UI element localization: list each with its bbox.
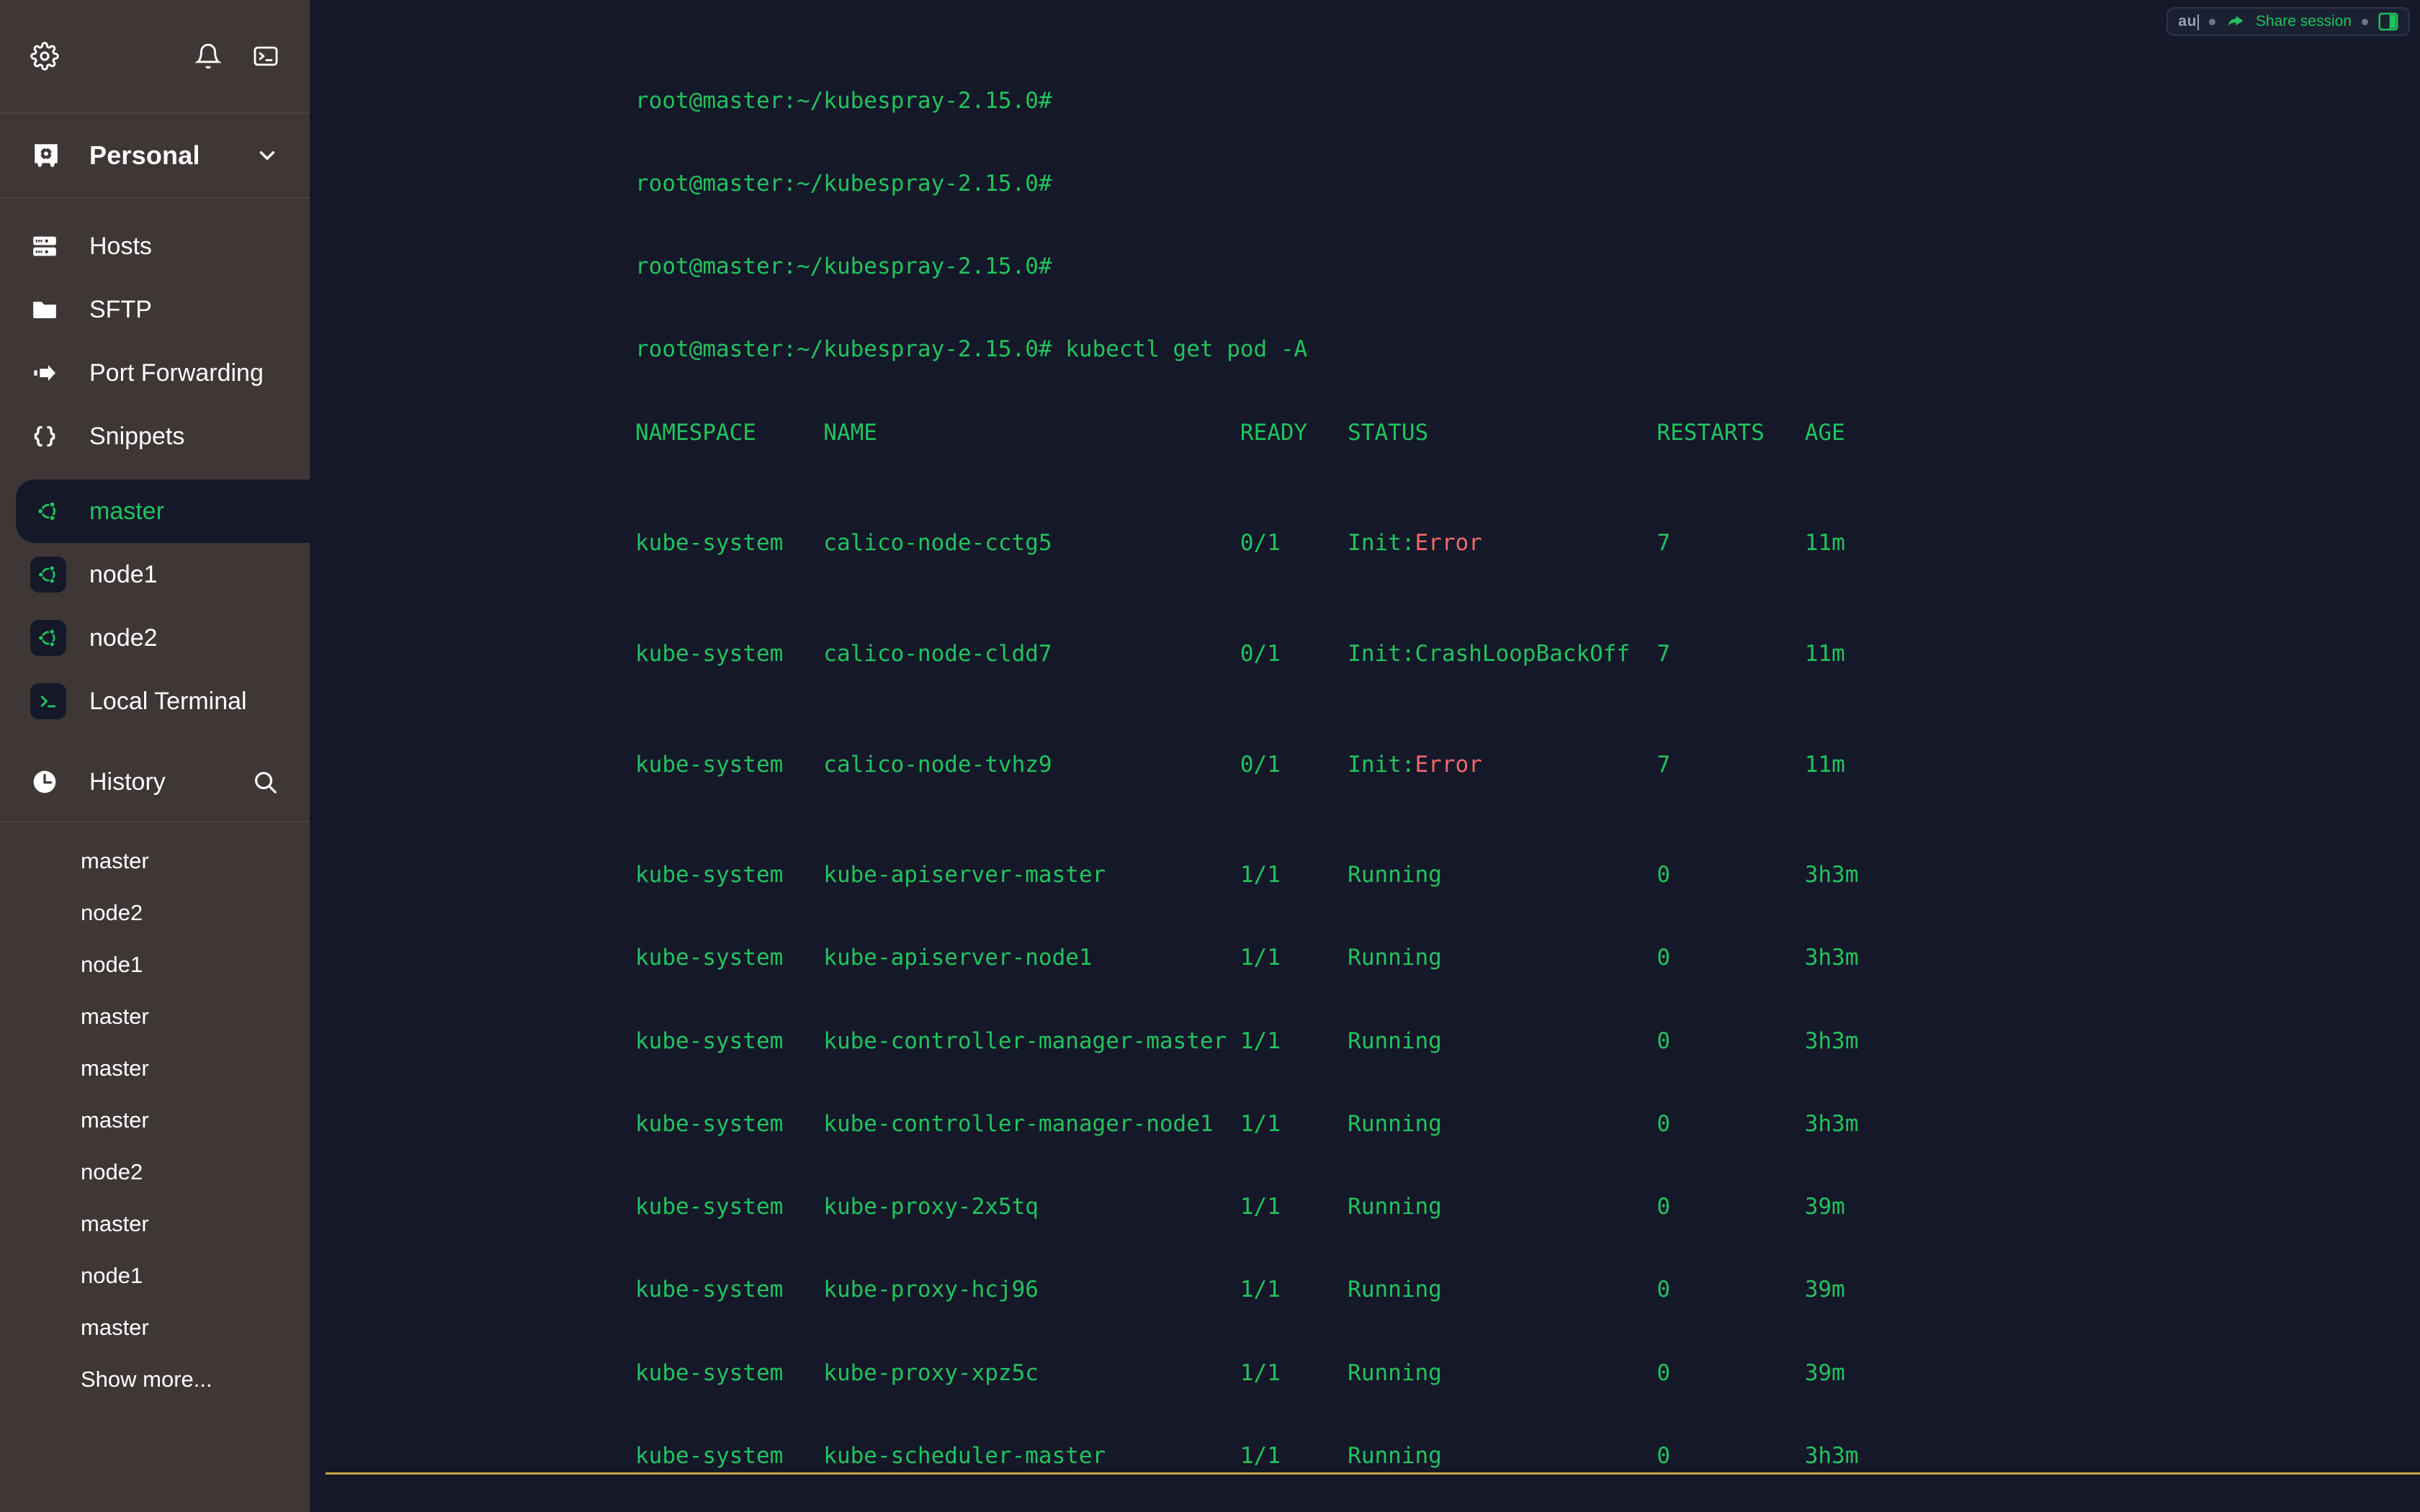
terminal-line: kube-system kube-scheduler-master 1/1 Ru… [635, 1442, 1859, 1469]
line-part: 7 11m [1482, 751, 1845, 778]
session-label: node1 [89, 560, 158, 588]
text-caret [2197, 14, 2199, 31]
terminal-line: kube-system kube-proxy-2x5tq 1/1 Running… [635, 1194, 1845, 1220]
server-rack-icon [30, 232, 62, 261]
terminal-line: root@master:~/kubespray-2.15.0# [635, 253, 1052, 280]
terminal-line: kube-system kube-controller-manager-node… [635, 1110, 1859, 1137]
folder-icon [30, 295, 62, 324]
vault-icon [30, 140, 62, 171]
sidebar-item-snippets[interactable]: Snippets [0, 405, 310, 468]
history-item[interactable]: master [0, 1198, 310, 1250]
line-part: kube-system calico-node-cctg5 0/1 Init: [635, 530, 1415, 557]
terminal-output: root@master:~/kubespray-2.15.0# root@mas… [310, 0, 2420, 1512]
terminal-line: kube-system kube-proxy-xpz5c 1/1 Running… [635, 1359, 1845, 1386]
ubuntu-icon [30, 557, 66, 593]
history-item[interactable]: master [0, 835, 310, 887]
terminal-line: kube-system kube-apiserver-node1 1/1 Run… [635, 945, 1859, 971]
gear-icon[interactable] [30, 42, 59, 71]
chevron-down-icon[interactable] [255, 143, 279, 168]
terminal-line: kube-system calico-node-cldd7 0/1 Init:C… [635, 640, 1845, 667]
sidebar-item-label: SFTP [89, 295, 152, 323]
sidebar-session-node1[interactable]: node1 [0, 543, 310, 606]
terminal-line: root@master:~/kubespray-2.15.0# [635, 87, 1052, 114]
prompt-icon [30, 683, 66, 719]
session-toolbar: au Share session [2166, 7, 2410, 36]
ubuntu-icon [30, 493, 66, 529]
sidebar-item-hosts[interactable]: Hosts [0, 215, 310, 278]
session-list: master node1 node2 Local Terminal [0, 480, 310, 733]
sidebar-topbar [0, 0, 310, 114]
sidebar-item-label: Snippets [89, 422, 185, 450]
session-label: node2 [89, 624, 158, 652]
history-header: History [0, 743, 310, 822]
session-search-input[interactable]: au [2178, 13, 2199, 31]
terminal-pane[interactable]: au Share session root@master:~/kubespray… [310, 0, 2420, 1512]
separator-dot [2362, 18, 2368, 25]
terminal-table-header: NAMESPACE NAME READY STATUS RESTARTS AGE [635, 419, 1845, 446]
history-show-more[interactable]: Show more... [0, 1354, 310, 1405]
history-item[interactable]: node1 [0, 939, 310, 991]
ubuntu-icon [30, 620, 66, 656]
split-pane-icon[interactable] [2378, 12, 2398, 31]
sidebar-item-label: Hosts [89, 232, 152, 260]
terminal-line: kube-system kube-proxy-hcj96 1/1 Running… [635, 1277, 1845, 1303]
clock-icon [30, 768, 62, 796]
history-label: History [89, 768, 166, 796]
terminal-window-icon[interactable] [252, 42, 279, 70]
workspace-name: Personal [89, 140, 200, 170]
sidebar-item-label: Port Forwarding [89, 359, 264, 387]
terminal-line: kube-system kube-apiserver-master 1/1 Ru… [635, 862, 1859, 888]
sidebar-nav: Hosts SFTP Port Forwarding Snippets mast… [0, 199, 310, 733]
history-item[interactable]: master [0, 1302, 310, 1354]
search-icon[interactable] [251, 768, 279, 796]
sidebar-session-node2[interactable]: node2 [0, 606, 310, 670]
history-item[interactable]: node2 [0, 887, 310, 939]
bell-icon[interactable] [194, 42, 222, 70]
history-item[interactable]: master [0, 991, 310, 1043]
history-item[interactable]: master [0, 1094, 310, 1146]
share-session-label[interactable]: Share session [2256, 13, 2352, 30]
history-item[interactable]: master [0, 1043, 310, 1094]
sidebar: Personal Hosts SFTP Port Forwarding Snip… [0, 0, 310, 1512]
status-error: Error [1415, 530, 1482, 557]
sidebar-session-local-terminal[interactable]: Local Terminal [0, 670, 310, 733]
terminal-line: kube-system calico-node-cctg5 0/1 Init:E… [635, 529, 2420, 557]
share-arrow-icon[interactable] [2226, 12, 2246, 32]
app-window: Personal Hosts SFTP Port Forwarding Snip… [0, 0, 2420, 1512]
terminal-line: root@master:~/kubespray-2.15.0# [635, 171, 1052, 197]
terminal-line: root@master:~/kubespray-2.15.0# kubectl … [635, 336, 1308, 363]
history-item[interactable]: node1 [0, 1250, 310, 1302]
session-label: master [89, 497, 164, 525]
status-error: Error [1415, 751, 1482, 778]
line-part: kube-system calico-node-tvhz9 0/1 Init: [635, 751, 1415, 778]
line-part: 7 11m [1482, 530, 1845, 557]
workspace-selector[interactable]: Personal [0, 114, 310, 199]
arrow-forward-icon [30, 359, 62, 387]
terminal-line: kube-system kube-controller-manager-mast… [635, 1027, 1859, 1054]
curly-braces-icon [30, 422, 62, 451]
separator-dot [2208, 18, 2215, 25]
history-item[interactable]: node2 [0, 1146, 310, 1198]
terminal-line: kube-system calico-node-tvhz9 0/1 Init:E… [635, 751, 2420, 778]
history-list: master node2 node1 master master master … [0, 822, 310, 1405]
terminal-bottom-rule [326, 1472, 2420, 1475]
sidebar-session-master[interactable]: master [16, 480, 310, 543]
sidebar-item-sftp[interactable]: SFTP [0, 278, 310, 341]
session-label: Local Terminal [89, 687, 247, 715]
sidebar-item-port-forwarding[interactable]: Port Forwarding [0, 341, 310, 405]
